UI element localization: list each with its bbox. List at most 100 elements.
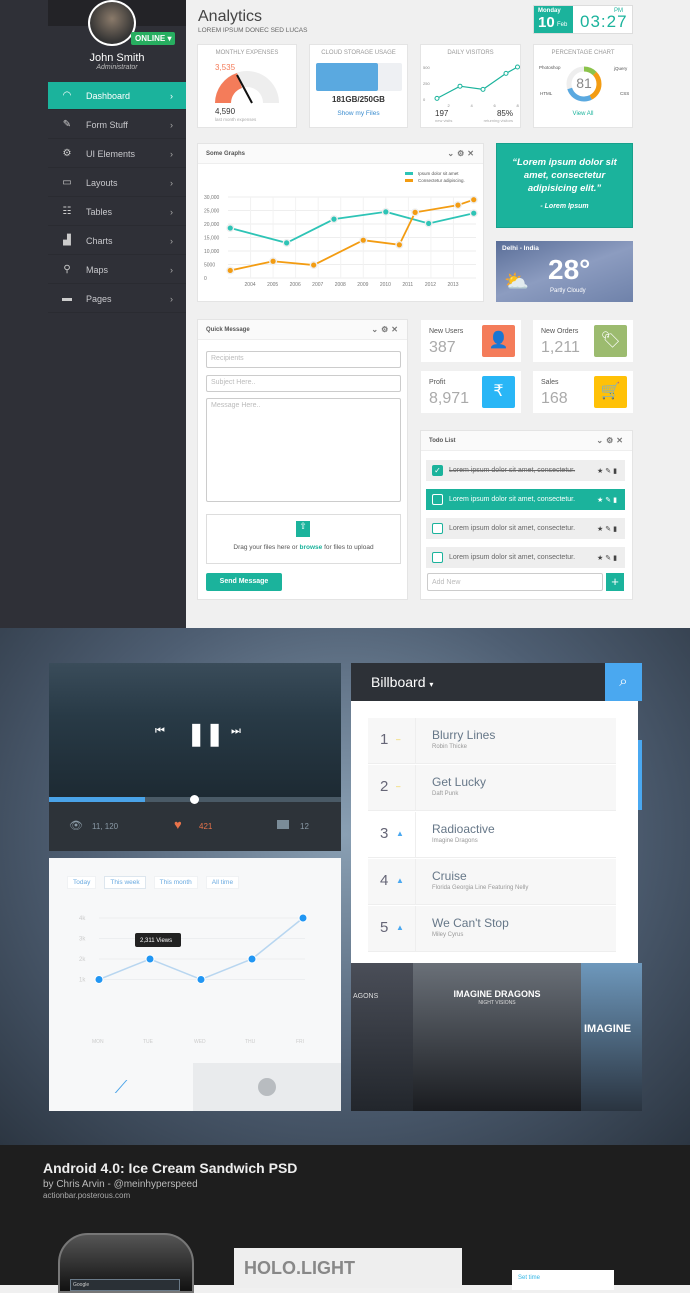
line-chart-tab-icon[interactable]: ⟋	[49, 1063, 193, 1111]
visitors-point	[480, 86, 486, 92]
todo-item[interactable]: Lorem ipsum dolor sit amet, consectetur.…	[426, 547, 625, 568]
android-site: actionbar.posterous.com	[43, 1191, 131, 1200]
y-tick-label: 4k	[79, 916, 86, 922]
sidebar-item-pages[interactable]: ▬ Pages ›	[48, 285, 186, 313]
todo-text: Lorem ipsum dolor sit amet, consectetur.	[449, 554, 576, 561]
eye-icon: 👁	[69, 820, 83, 832]
data-point	[426, 220, 432, 227]
subject-input[interactable]: Subject Here..	[206, 375, 401, 392]
tab-today[interactable]: Today	[67, 876, 97, 889]
todo-item[interactable]: ✓ Lorem ipsum dolor sit amet, consectetur…	[426, 460, 625, 481]
android-title: Android 4.0: Ice Cream Sandwich PSD	[43, 1160, 298, 1176]
chart-entry[interactable]: 5 ▲ We Can't Stop Miley Cyrus	[368, 906, 616, 952]
pie-chart-tab-icon[interactable]	[193, 1063, 341, 1111]
send-message-button[interactable]: Send Message	[206, 573, 282, 591]
file-dropzone[interactable]: ⇧ Drag your files here or browse for fil…	[206, 514, 401, 564]
sidebar-item-ui-elements[interactable]: ⚙ UI Elements ›	[48, 140, 186, 168]
gear-icon: ⚙	[62, 148, 72, 159]
tab-this-week[interactable]: This week	[104, 876, 146, 889]
stat-label: Sales	[541, 379, 559, 386]
tab-all-time[interactable]: All time	[205, 876, 240, 889]
chart-entry[interactable]: 1– Blurry Lines Robin Thicke	[368, 718, 616, 764]
y-tick-label: 250	[423, 81, 430, 86]
checkbox[interactable]	[432, 523, 443, 534]
next-icon[interactable]: ⏭	[231, 725, 241, 738]
x-tick-label: TUE	[143, 1039, 154, 1045]
panel-tools[interactable]: ⌄⚙✕	[596, 436, 626, 445]
legend-label: Ipsum dolor sit amet	[418, 171, 459, 176]
views-point	[298, 913, 308, 923]
heart-icon[interactable]: ♥	[174, 817, 182, 832]
label-css: CSS	[620, 91, 630, 96]
avatar[interactable]	[88, 0, 136, 46]
table-icon: ☷	[62, 206, 72, 217]
stat-label: New Orders	[541, 328, 579, 335]
album-cover[interactable]: AGONS	[351, 963, 413, 1111]
sidebar-item-form-stuff[interactable]: ✎ Form Stuff ›	[48, 111, 186, 139]
sidebar-item-charts[interactable]: ▟ Charts ›	[48, 227, 186, 255]
weather-condition: Partly Cloudy	[550, 288, 586, 294]
todo-actions-icons[interactable]: ★✎▮	[597, 554, 619, 562]
progress-handle[interactable]	[190, 795, 200, 804]
sidebar-item-tables[interactable]: ☷ Tables ›	[48, 198, 186, 226]
todo-actions-icons[interactable]: ★✎▮	[597, 496, 619, 504]
view-all-link[interactable]: View All	[534, 111, 632, 117]
todo-actions-icons[interactable]: ★✎▮	[597, 525, 619, 533]
x-tick-label: 2012	[425, 282, 436, 288]
show-files-link[interactable]: Show my Files	[310, 110, 407, 117]
tab-this-month[interactable]: This month	[153, 876, 198, 889]
visitors-point	[503, 70, 509, 76]
album-cover[interactable]: IMAGINE	[581, 963, 642, 1111]
card-title: MONTHLY EXPENSES	[215, 50, 279, 56]
chart-entry[interactable]: 4 ▲ Cruise Florida Georgia Line Featuring N…	[368, 859, 616, 905]
album-covers: AGONS IMAGINE DRAGONS NIGHT VISIONS IMAG…	[351, 963, 642, 1111]
sidebar-item-label: Layouts	[86, 177, 118, 188]
checkbox[interactable]	[432, 494, 443, 505]
chart-entry[interactable]: 3 ▲ Radioactive Imagine Dragons	[368, 812, 616, 858]
partly-cloudy-icon: ⛅	[504, 271, 529, 293]
song-title: Get Lucky	[432, 775, 487, 789]
trash-icon: ▮	[613, 496, 619, 504]
todo-item[interactable]: Lorem ipsum dolor sit amet, consectetur.…	[426, 518, 625, 539]
edit-icon: ✎	[605, 496, 614, 504]
checkbox[interactable]	[432, 552, 443, 563]
y-tick-label: 2k	[79, 957, 86, 963]
pause-icon[interactable]: ❚❚	[187, 721, 224, 747]
message-textarea[interactable]: Message Here..	[206, 398, 401, 502]
sidebar-item-layouts[interactable]: ▭ Layouts ›	[48, 169, 186, 197]
panel-tools[interactable]: ⌄⚙✕	[447, 149, 477, 158]
search-icon[interactable]: ⌕	[605, 663, 642, 701]
todo-item[interactable]: Lorem ipsum dolor sit amet, consectetur.…	[426, 489, 625, 510]
rank: 3	[380, 825, 389, 842]
comment-icon[interactable]	[277, 820, 289, 829]
artist-name: Miley Cyrus	[432, 932, 464, 938]
status-badge[interactable]: ONLINE ▾	[131, 32, 176, 45]
add-todo-input[interactable]: Add New	[427, 573, 603, 591]
phone-search-bar: Google	[70, 1279, 180, 1291]
new-visits-value: 197	[435, 109, 449, 118]
scrollbar[interactable]	[638, 740, 642, 810]
sidebar-item-label: Dashboard	[86, 90, 131, 101]
add-todo-button[interactable]: +	[606, 573, 624, 591]
sidebar-item-dashboard[interactable]: ◠ Dashboard ›	[48, 82, 186, 110]
returning-label: returning visitors	[483, 118, 513, 123]
data-point	[227, 267, 233, 274]
sidebar-item-maps[interactable]: ⚲ Maps ›	[48, 256, 186, 284]
x-tick-label: 2007	[312, 282, 323, 288]
album-cover-night-visions[interactable]: IMAGINE DRAGONS NIGHT VISIONS	[413, 963, 581, 1111]
billboard-title[interactable]: Billboard ▾	[371, 674, 433, 690]
user-name: John Smith	[89, 52, 145, 64]
x-tick-label: 2010	[380, 282, 391, 288]
x-tick-label: 2	[448, 103, 451, 108]
chart-entry[interactable]: 2– Get Lucky Daft Punk	[368, 765, 616, 811]
browse-link[interactable]: browse	[300, 544, 323, 551]
edit-icon: ✎	[605, 525, 614, 533]
previous-icon[interactable]: ⏮	[155, 725, 165, 738]
checkbox[interactable]: ✓	[432, 465, 443, 476]
panel-tools[interactable]: ⌄⚙✕	[371, 325, 401, 334]
recipients-input[interactable]: Recipients	[206, 351, 401, 368]
x-tick-label: 4	[471, 103, 474, 108]
todo-actions-icons[interactable]: ★✎▮	[597, 467, 619, 475]
data-point	[471, 210, 477, 216]
y-tick-label: 20,000	[204, 222, 220, 228]
